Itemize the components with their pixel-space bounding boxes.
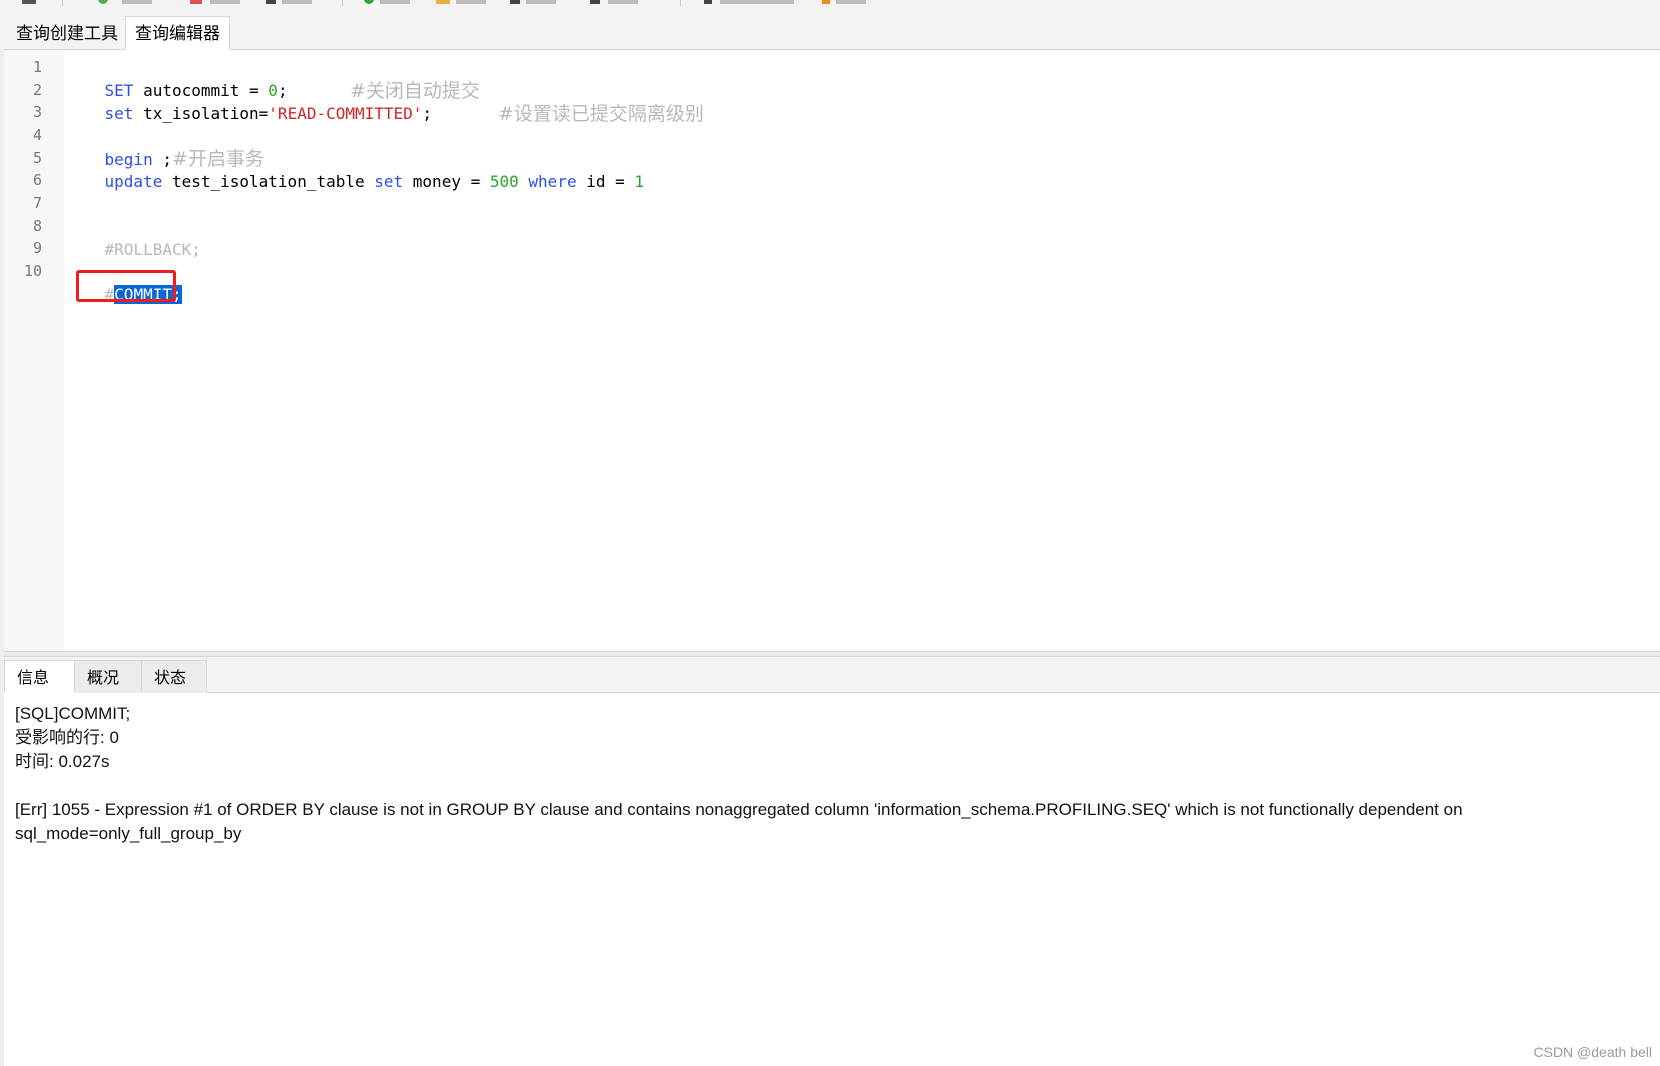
line-number: 4 <box>32 126 42 144</box>
explain-icon[interactable] <box>266 0 276 4</box>
save-as-button[interactable] <box>608 0 638 4</box>
code-line-8[interactable]: #ROLLBACK; <box>66 214 201 259</box>
message-affected-rows: 受影响的行: 0 <box>15 728 119 747</box>
line-number: 3 <box>32 103 42 121</box>
new-button[interactable] <box>380 0 410 4</box>
new-icon[interactable] <box>364 0 374 4</box>
load-icon[interactable] <box>436 0 450 4</box>
code-text: id = <box>576 172 635 191</box>
sql-keyword: where <box>528 172 577 191</box>
load-button[interactable] <box>456 0 486 4</box>
editor-tab-bar: 查询创建工具 查询编辑器 <box>0 6 1660 50</box>
menu-icon[interactable] <box>22 0 36 4</box>
tab-overview[interactable]: 概况 <box>74 660 142 693</box>
line-number: 2 <box>32 81 42 99</box>
line-number: 10 <box>23 262 42 280</box>
text-cursor <box>183 285 194 306</box>
line-number: 1 <box>32 58 42 76</box>
line-number: 7 <box>32 194 42 212</box>
code-text: tx_isolation= <box>133 104 269 123</box>
tab-query-builder[interactable]: 查询创建工具 <box>6 16 128 50</box>
line-number-gutter: 1 2 3 4 5 6 7 8 9 10 <box>4 50 64 651</box>
line-number: 9 <box>32 239 42 257</box>
stop-icon[interactable] <box>190 0 202 4</box>
sql-number: 1 <box>634 172 645 191</box>
stop-button[interactable] <box>210 0 240 4</box>
tab-status[interactable]: 状态 <box>141 660 207 693</box>
code-line-4[interactable]: begin ;#开启事务 <box>66 123 264 170</box>
message-error: [Err] 1055 - Expression #1 of ORDER BY c… <box>15 800 1463 819</box>
export-button[interactable] <box>836 0 866 4</box>
run-icon[interactable] <box>98 0 108 4</box>
line-number: 6 <box>32 171 42 189</box>
beautify-button[interactable] <box>720 0 794 4</box>
save-as-icon[interactable] <box>590 0 600 4</box>
sql-editor[interactable]: 1 2 3 4 5 6 7 8 9 10 SET autocommit = 0;… <box>4 50 1660 651</box>
code-line-5[interactable]: update test_isolation_table set money = … <box>66 146 644 191</box>
watermark: CSDN @death bell <box>1533 1044 1653 1060</box>
sql-comment: #ROLLBACK; <box>104 240 201 259</box>
message-sql: [SQL]COMMIT; <box>15 704 131 723</box>
explain-button[interactable] <box>282 0 312 4</box>
message-error-continued: sql_mode=only_full_group_by <box>15 824 242 843</box>
tab-info[interactable]: 信息 <box>4 660 76 693</box>
code-text: ; <box>422 104 433 123</box>
code-text: test_isolation_table <box>162 172 375 191</box>
tab-query-editor[interactable]: 查询编辑器 <box>125 16 230 50</box>
code-line-2[interactable]: set tx_isolation='READ-COMMITTED'; #设置读已提… <box>66 78 704 125</box>
beautify-icon[interactable] <box>704 0 712 4</box>
code-text: money = <box>403 172 490 191</box>
sql-keyword: update <box>104 172 163 191</box>
sql-keyword: set <box>374 172 404 191</box>
code-line-10[interactable]: #COMMIT; <box>66 259 194 306</box>
line-number: 8 <box>32 217 42 235</box>
export-icon[interactable] <box>822 0 830 4</box>
result-tab-bar: 信息 概况 状态 <box>4 657 1660 693</box>
selected-text: COMMIT; <box>114 285 182 304</box>
sql-comment-hash: # <box>104 285 115 304</box>
code-line-1[interactable]: SET autocommit = 0; #关闭自动提交 <box>66 55 480 102</box>
sql-keyword: set <box>104 104 134 123</box>
sql-string: 'READ-COMMITTED' <box>268 104 423 123</box>
save-icon[interactable] <box>510 0 520 4</box>
line-number: 5 <box>32 149 42 167</box>
sql-number: 500 <box>489 172 519 191</box>
message-output[interactable]: [SQL]COMMIT; 受影响的行: 0 时间: 0.027s [Err] 1… <box>4 693 1660 1066</box>
save-button[interactable] <box>526 0 556 4</box>
sql-comment: #设置读已提交隔离级别 <box>498 103 704 125</box>
message-time: 时间: 0.027s <box>15 752 110 771</box>
run-button[interactable] <box>122 0 152 4</box>
